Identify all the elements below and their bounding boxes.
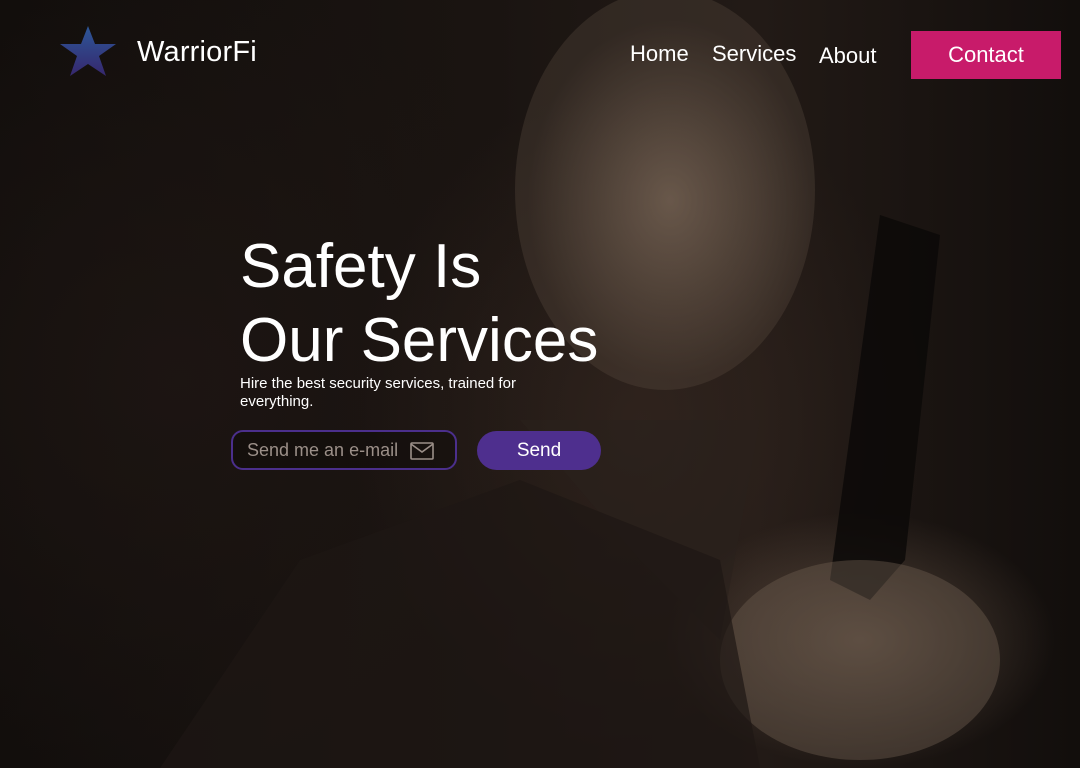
nav-about[interactable]: About <box>819 43 877 69</box>
nav-home[interactable]: Home <box>630 41 689 67</box>
email-input[interactable] <box>247 439 407 461</box>
nav-services[interactable]: Services <box>712 41 796 67</box>
hero-subtext: Hire the best security services, trained… <box>240 375 516 410</box>
headline-line-2: Our Services <box>240 306 599 375</box>
email-field-container <box>231 430 457 470</box>
brand-name[interactable]: WarriorFi <box>137 36 257 69</box>
headline-line-1: Safety Is <box>240 232 482 301</box>
hero-headline: Safety Is Our Services <box>240 230 598 378</box>
star-logo-icon[interactable] <box>58 26 118 78</box>
mail-icon <box>410 442 434 460</box>
send-button[interactable]: Send <box>477 431 601 470</box>
contact-button[interactable]: Contact <box>911 31 1061 79</box>
